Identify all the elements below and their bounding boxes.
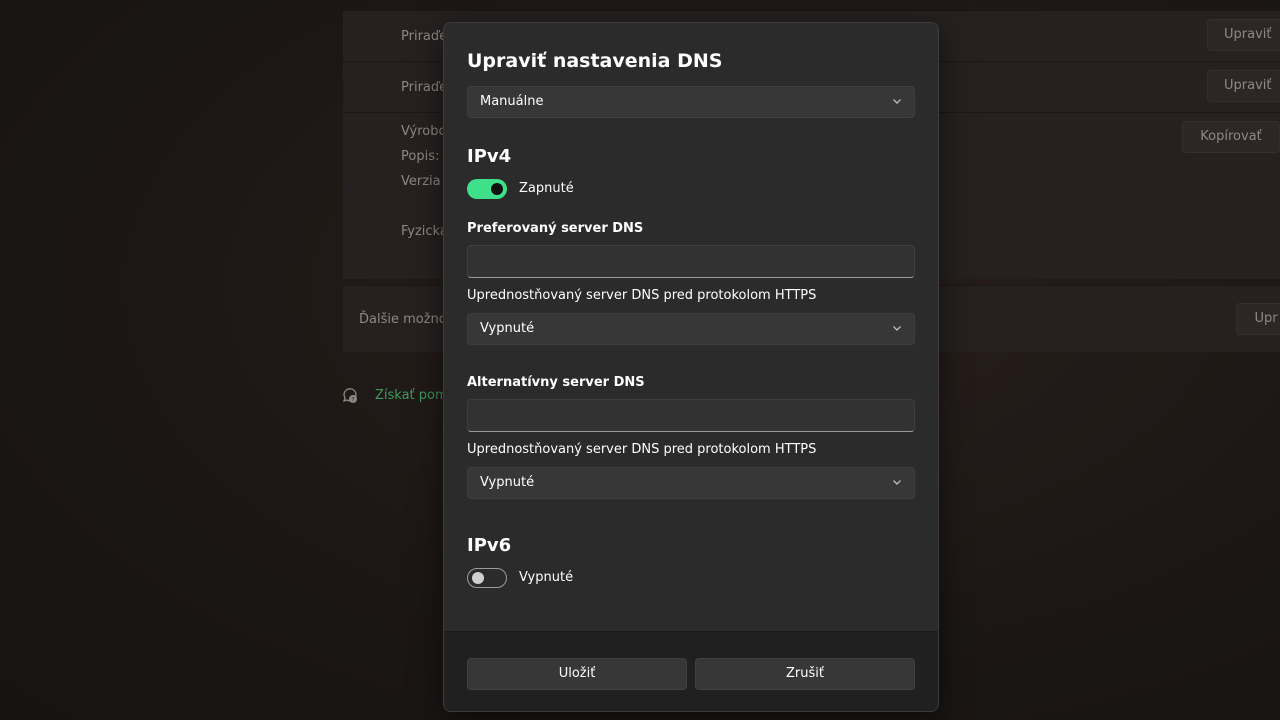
chevron-down-icon	[893, 99, 901, 104]
chevron-down-icon	[893, 326, 901, 331]
alternate-dns-label: Alternatívny server DNS	[467, 375, 645, 390]
get-help-link[interactable]: Získať pom	[375, 388, 448, 403]
bg-property-label: Fyzická	[401, 224, 448, 239]
svg-text:?: ?	[351, 397, 354, 404]
alternate-dns-https-value: Vypnuté	[480, 475, 535, 490]
dialog-title: Upraviť nastavenia DNS	[467, 50, 723, 72]
toggle-knob	[491, 183, 503, 195]
preferred-dns-https-label: Uprednostňovaný server DNS pred protokol…	[467, 288, 817, 303]
ipv6-toggle-label: Vypnuté	[519, 570, 574, 585]
bg-more-edit-button[interactable]: Upr	[1236, 303, 1280, 335]
preferred-dns-https-dropdown[interactable]: Vypnuté	[467, 313, 915, 345]
dns-mode-dropdown[interactable]: Manuálne	[467, 86, 915, 118]
bg-row-label: Priraďe	[401, 29, 448, 44]
preferred-dns-label: Preferovaný server DNS	[467, 221, 644, 236]
ipv4-toggle[interactable]	[467, 179, 507, 199]
help-chat-icon: ?	[342, 388, 357, 404]
bg-row-label: Priraďe	[401, 80, 448, 95]
bg-more-options-label: Ďalšie možno	[359, 312, 447, 327]
alternate-dns-https-dropdown[interactable]: Vypnuté	[467, 467, 915, 499]
dns-mode-value: Manuálne	[480, 94, 544, 109]
alternate-dns-input[interactable]	[467, 399, 915, 432]
preferred-dns-input[interactable]	[467, 245, 915, 278]
ipv4-toggle-label: Zapnuté	[519, 181, 574, 196]
edit-dns-dialog: Upraviť nastavenia DNS Manuálne IPv4 Zap…	[443, 22, 939, 712]
bg-property-label: Popis:	[401, 149, 440, 164]
ipv6-heading: IPv6	[467, 535, 512, 556]
save-button[interactable]: Uložiť	[467, 658, 687, 690]
bg-property-label: Verzia	[401, 174, 441, 189]
preferred-dns-https-value: Vypnuté	[480, 321, 535, 336]
ipv6-toggle[interactable]	[467, 568, 507, 588]
bg-edit-button[interactable]: Upraviť	[1207, 70, 1280, 102]
alternate-dns-https-label: Uprednostňovaný server DNS pred protokol…	[467, 442, 817, 457]
bg-copy-button[interactable]: Kopírovať	[1182, 121, 1280, 153]
cancel-button[interactable]: Zrušiť	[695, 658, 915, 690]
toggle-knob	[472, 572, 484, 584]
bg-property-label: Výrobc	[401, 124, 446, 139]
ipv4-heading: IPv4	[467, 146, 512, 167]
dialog-footer: Uložiť Zrušiť	[444, 631, 938, 711]
chevron-down-icon	[893, 480, 901, 485]
bg-edit-button[interactable]: Upraviť	[1207, 19, 1280, 51]
